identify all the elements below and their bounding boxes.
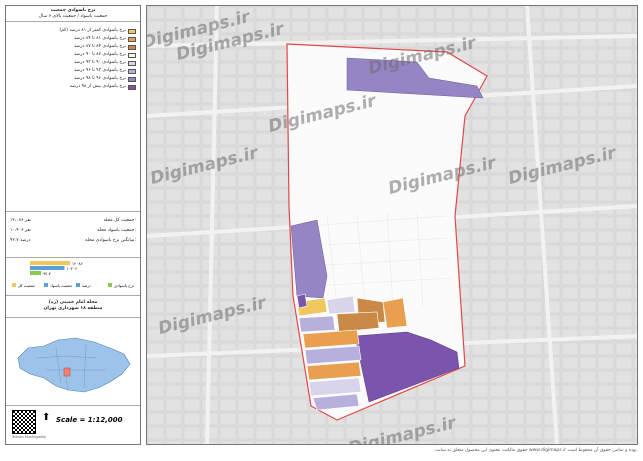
population-bar [30, 266, 65, 270]
bar-legend-label: نرخ باسوادی [114, 283, 134, 288]
legend-label: نرخ باسوادی ۸۷ تا ۹۰ درصد [74, 52, 126, 58]
district-name: منطقه ۱۸ شهرداری تهران [43, 305, 103, 311]
bar-legend-swatch [108, 283, 112, 287]
legend-item: نرخ باسوادی ۸۷ تا ۹۰ درصد [74, 52, 136, 58]
legend-swatch [128, 28, 136, 34]
legend-label: نرخ باسوادی ۸۱ تا ۸۴ درصد [74, 36, 126, 42]
legend-subtitle: جمعیت باسواد / جمعیت بالای ۶ سال [38, 13, 108, 19]
scale-text: Scale = 1:12,000 [56, 416, 123, 424]
legend-label: نرخ باسوادی کمتر از ۸۱ درصد (کم) [59, 28, 126, 34]
bar-value-label: ۹۲.۷ [43, 271, 52, 276]
bar-chart-block: ۱۲۰۸۶ ۱۰۴۰۶ ۹۲.۷ جمعیت کل جمعیت باسواد درصد نر… [6, 258, 140, 296]
stat-value: ۱۲،۰۸۶ نفر [10, 218, 31, 223]
north-arrow-icon: ⬆ [42, 412, 51, 423]
legend-label: نرخ باسوادی ۹۳ تا ۹۶ درصد [74, 68, 126, 74]
legend-swatch [128, 60, 136, 66]
locator-map-block [6, 318, 140, 406]
legend-title-block: نرخ باسوادی جمعیت جمعیت باسواد / جمعیت ب… [6, 6, 140, 22]
legend-item: نرخ باسوادی ۹۳ تا ۹۶ درصد [74, 68, 136, 74]
legend-swatch [128, 76, 136, 82]
legend-swatch [128, 68, 136, 74]
legend-swatch [128, 84, 136, 90]
map-frame: نرخ باسوادی جمعیت جمعیت باسواد / جمعیت ب… [0, 0, 643, 461]
stat-row: ۹۲.۷ درصد میانگین نرخ باسوادی محله: [10, 238, 136, 246]
bar-legend-label: جمعیت باسواد [50, 283, 73, 288]
legend-swatch [128, 52, 136, 58]
legend-item: نرخ باسوادی بیش از ۹۸ درصد [70, 84, 136, 90]
stats-block: ۱۲،۰۸۶ نفر جمعیت کل محله: ۱۰،۴۰۶ نفر جمعیت … [6, 212, 140, 258]
location-marker [63, 367, 71, 377]
stat-label: میانگین نرخ باسوادی محله: [85, 238, 136, 243]
stat-row: ۱۲،۰۸۶ نفر جمعیت کل محله: [10, 218, 136, 226]
bar-legend-label: درصد [82, 283, 91, 288]
stat-value: ۱۰،۴۰۶ نفر [10, 228, 31, 233]
location-title-block: محله امام خمینی (ره) منطقه ۱۸ شهرداری ته… [6, 296, 140, 318]
population-bars: ۱۲۰۸۶۱۰۴۰۶۹۲.۷جمعیت کل جمعیت باسواد درصد نر… [12, 261, 134, 288]
legend-label: نرخ باسوادی ۹۰ تا ۹۳ درصد [74, 60, 126, 66]
bar-legend-label: جمعیت کل [18, 283, 36, 288]
legend-item: نرخ باسوادی ۸۱ تا ۸۴ درصد [74, 36, 136, 42]
legend-item: نرخ باسوادی ۹۰ تا ۹۳ درصد [74, 60, 136, 66]
stat-value: ۹۲.۷ درصد [10, 238, 31, 243]
legend-label: نرخ باسوادی بیش از ۹۸ درصد [69, 84, 126, 90]
copyright-footer: حقوق مالکیت معنوی این محصول متعلق به سای… [435, 448, 638, 453]
legend-swatch [128, 44, 136, 50]
population-bar [30, 261, 70, 265]
bar-legend-swatch [12, 283, 16, 287]
neighborhood-name: محله امام خمینی (ره) [48, 300, 98, 305]
stat-label: جمعیت باسواد محله: [97, 228, 136, 233]
legend-item: نرخ باسوادی کمتر از ۸۱ درصد (کم) [59, 28, 136, 34]
stat-label: جمعیت کل محله: [103, 218, 137, 223]
bar-legend-swatch [44, 283, 48, 287]
stat-row: ۱۰،۴۰۶ نفر جمعیت باسواد محله: [10, 228, 136, 236]
bar-value-label: ۱۰۴۰۶ [66, 266, 77, 271]
qr-code-icon [12, 410, 36, 434]
legend-label: نرخ باسوادی ۸۴ تا ۸۷ درصد [74, 44, 126, 50]
population-bar [30, 271, 42, 275]
scale-block: ⬆ Scale = 1:12,000 Tehran Municipality [6, 406, 140, 444]
legend-panel: نرخ باسوادی جمعیت جمعیت باسواد / جمعیت ب… [5, 5, 141, 445]
legend-title: نرخ باسوادی جمعیت [50, 8, 96, 13]
legend-item: نرخ باسوادی ۹۶ تا ۹۸ درصد [74, 76, 136, 82]
tehran-locator-map [17, 337, 131, 393]
legend-label: نرخ باسوادی ۹۶ تا ۹۸ درصد [74, 76, 126, 82]
main-map[interactable]: Digimaps.ir Digimaps.ir Digimaps.ir Digimap… [146, 5, 638, 445]
legend-classes: نرخ باسوادی کمتر از ۸۱ درصد (کم) نرخ باسو… [6, 22, 140, 212]
legend-swatch [128, 36, 136, 42]
legend-item: نرخ باسوادی ۸۴ تا ۸۷ درصد [74, 44, 136, 50]
credit-text: Tehran Municipality [12, 435, 46, 439]
bar-legend-swatch [76, 283, 80, 287]
